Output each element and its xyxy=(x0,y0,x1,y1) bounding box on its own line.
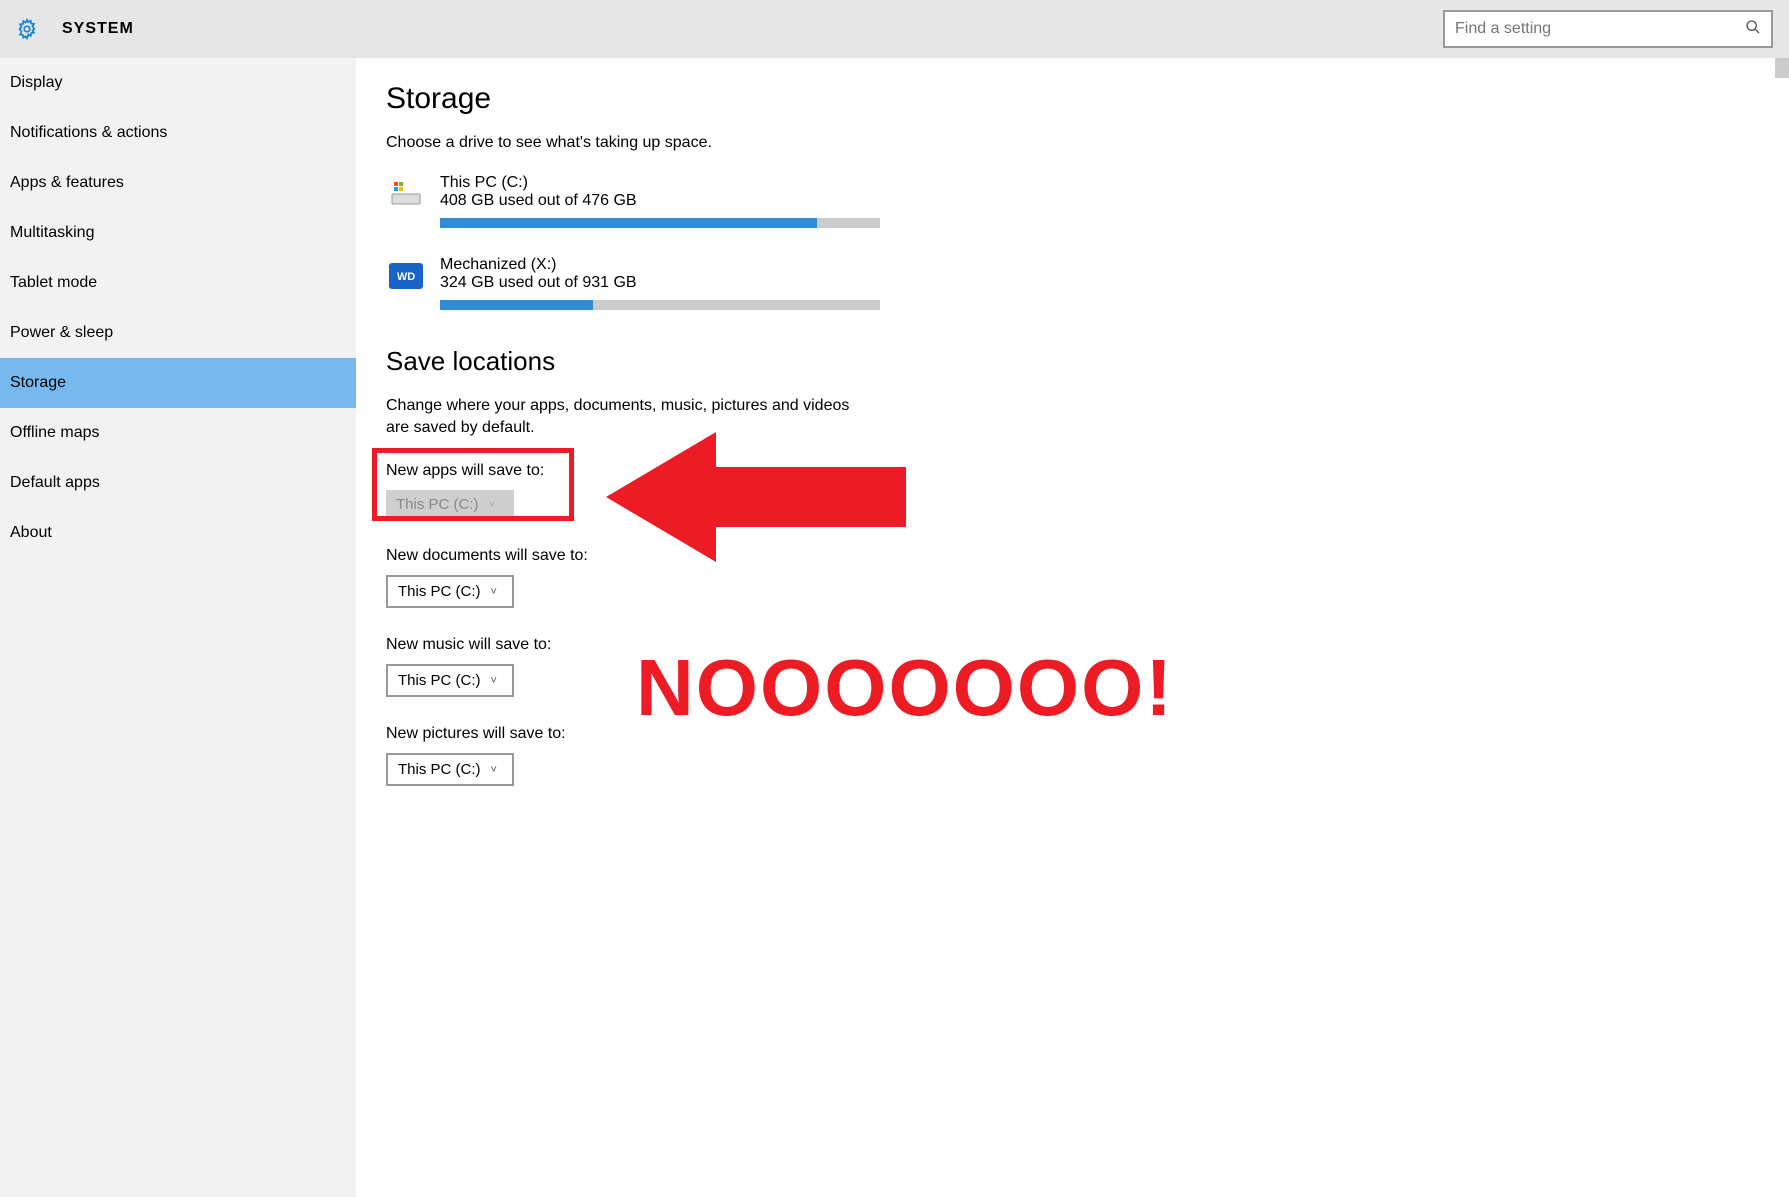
sidebar-item-notifications-actions[interactable]: Notifications & actions xyxy=(0,108,356,158)
sidebar-item-power-sleep[interactable]: Power & sleep xyxy=(0,308,356,358)
search-box[interactable] xyxy=(1443,10,1773,48)
drive-name: This PC (C:) xyxy=(440,174,880,192)
save-location-dropdown: This PC (C:) ˅ xyxy=(386,490,514,519)
usage-bar xyxy=(440,218,880,228)
sidebar-item-display[interactable]: Display xyxy=(0,58,356,108)
save-location-dropdown[interactable]: This PC (C:) ˅ xyxy=(386,753,514,786)
search-input[interactable] xyxy=(1455,20,1745,38)
chevron-down-icon: ˅ xyxy=(491,675,497,687)
chevron-down-icon: ˅ xyxy=(491,586,497,598)
save-location-block: New pictures will save to:This PC (C:)˅ xyxy=(386,725,1759,786)
header-title: SYSTEM xyxy=(62,20,134,38)
search-icon xyxy=(1745,19,1761,39)
drive-usage: 324 GB used out of 931 GB xyxy=(440,274,880,292)
annotation-text: NOOOOOOO! xyxy=(636,642,1174,734)
annotation-arrow-icon xyxy=(606,432,906,566)
sidebar-item-offline-maps[interactable]: Offline maps xyxy=(0,408,356,458)
gear-icon xyxy=(16,18,38,40)
win-drive-icon xyxy=(386,174,426,214)
save-location-label: New apps will save to: xyxy=(386,462,1759,480)
main-content: Storage Choose a drive to see what's tak… xyxy=(356,58,1789,1197)
wd-drive-icon: WD xyxy=(386,256,426,296)
dropdown-value: This PC (C:) xyxy=(396,496,479,513)
chevron-down-icon: ˅ xyxy=(489,499,495,511)
scrollbar[interactable] xyxy=(1775,58,1789,78)
storage-desc: Choose a drive to see what's taking up s… xyxy=(386,134,1759,152)
sidebar: DisplayNotifications & actionsApps & fea… xyxy=(0,58,356,1197)
drive-usage: 408 GB used out of 476 GB xyxy=(440,192,880,210)
sidebar-item-apps-features[interactable]: Apps & features xyxy=(0,158,356,208)
dropdown-value: This PC (C:) xyxy=(398,583,481,600)
drive-row[interactable]: This PC (C:)408 GB used out of 476 GB xyxy=(386,174,1759,228)
save-location-dropdown[interactable]: This PC (C:) ˅ xyxy=(386,664,514,697)
save-location-block: New documents will save to: This PC (C:) ˅ xyxy=(386,547,1759,608)
save-location-block: New apps will save to: This PC (C:) ˅ xyxy=(386,462,1759,519)
sidebar-item-default-apps[interactable]: Default apps xyxy=(0,458,356,508)
header-bar: SYSTEM xyxy=(0,0,1789,58)
sidebar-item-about[interactable]: About xyxy=(0,508,356,558)
dropdown-value: This PC (C:) xyxy=(398,672,481,689)
save-location-label: New documents will save to: xyxy=(386,547,1759,565)
drive-name: Mechanized (X:) xyxy=(440,256,880,274)
sidebar-item-multitasking[interactable]: Multitasking xyxy=(0,208,356,258)
drive-row[interactable]: WD Mechanized (X:)324 GB used out of 931 … xyxy=(386,256,1759,310)
usage-bar xyxy=(440,300,880,310)
save-locations-title: Save locations xyxy=(386,346,1759,377)
page-title: Storage xyxy=(386,82,1759,116)
sidebar-item-storage[interactable]: Storage xyxy=(0,358,356,408)
save-location-dropdown[interactable]: This PC (C:) ˅ xyxy=(386,575,514,608)
svg-text:WD: WD xyxy=(397,271,415,283)
sidebar-item-tablet-mode[interactable]: Tablet mode xyxy=(0,258,356,308)
dropdown-value: This PC (C:) xyxy=(398,761,481,778)
chevron-down-icon: ˅ xyxy=(491,764,497,776)
